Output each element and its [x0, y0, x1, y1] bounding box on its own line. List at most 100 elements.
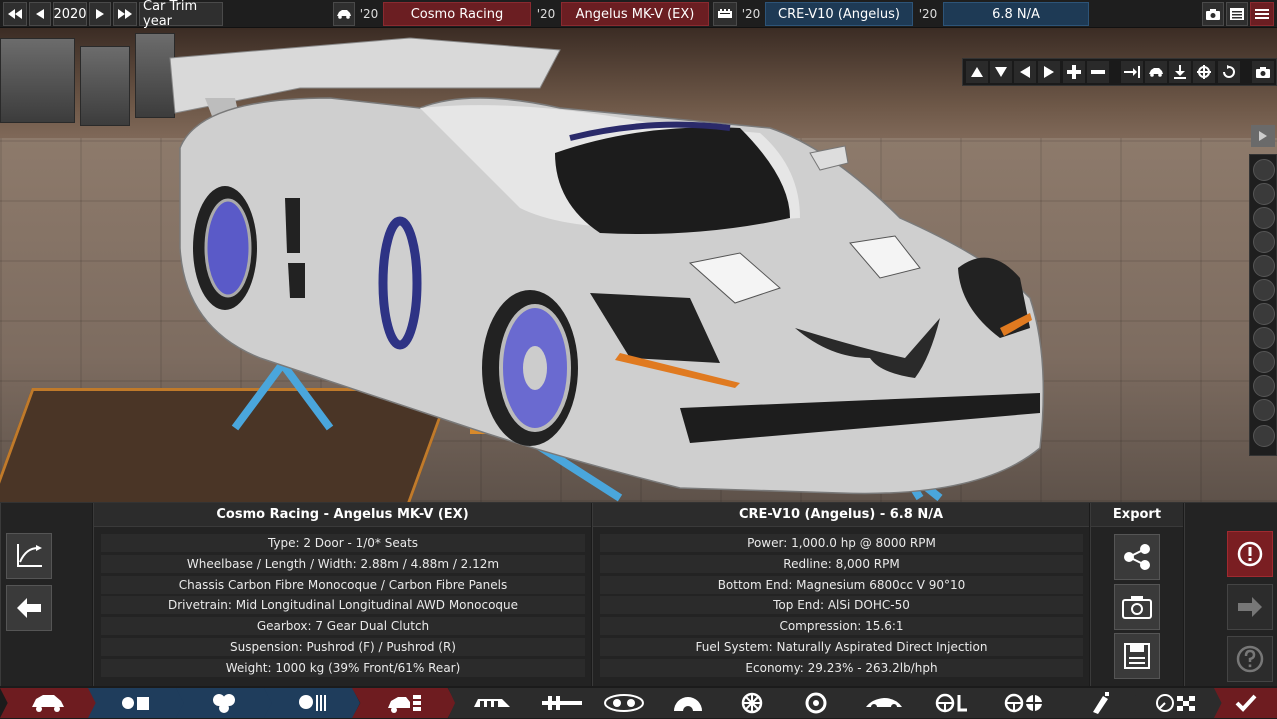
- back-icon: [36, 9, 44, 19]
- app-window: 2020 Car Trim year '20 Cosmo Racing '20 …: [0, 0, 1277, 719]
- camera-up-button[interactable]: [966, 61, 988, 83]
- reset-rotation-button[interactable]: [1218, 61, 1240, 83]
- car-icon: [337, 10, 351, 19]
- expand-sidebar-button[interactable]: [1251, 125, 1275, 147]
- stage-wheels[interactable]: [716, 688, 788, 718]
- engine-family-selector[interactable]: CRE-V10 (Angelus): [765, 2, 913, 26]
- gauge-flag-icon: [1156, 694, 1195, 712]
- pistons-icon: [213, 694, 235, 713]
- graph-button[interactable]: [6, 533, 52, 579]
- stage-aero[interactable]: [844, 688, 924, 718]
- stage-suspension[interactable]: [780, 688, 852, 718]
- arrow-left-icon: [17, 598, 41, 618]
- car-info-row: Suspension: Pushrod (F) / Pushrod (R): [101, 638, 585, 656]
- design-stage-nav: [0, 686, 1277, 719]
- camera-controls: [962, 58, 1277, 86]
- axis-icon: [1197, 65, 1211, 79]
- car-viewport[interactable]: [0, 28, 1277, 502]
- stage-engine-family[interactable]: [88, 688, 184, 718]
- warning-button[interactable]: [1227, 531, 1273, 577]
- car-info-row: Wheelbase / Length / Width: 2.88m / 4.88…: [101, 555, 585, 573]
- save-icon: [1124, 643, 1150, 669]
- person-tool-icon[interactable]: [1253, 399, 1275, 421]
- wheel-icon: [741, 692, 763, 714]
- engine-variant-selector[interactable]: 6.8 N/A: [943, 2, 1089, 26]
- stage-interior[interactable]: [916, 688, 988, 718]
- forward-icon: [96, 9, 104, 19]
- align-view-button[interactable]: [1121, 61, 1143, 83]
- align-right-icon: [1124, 66, 1140, 78]
- back-button[interactable]: [6, 585, 52, 631]
- lower-view-button[interactable]: [1169, 61, 1191, 83]
- car-engine-icon: [388, 695, 421, 713]
- help-button[interactable]: [1227, 636, 1273, 682]
- stage-chassis[interactable]: [528, 688, 596, 718]
- stage-testing[interactable]: [1132, 688, 1222, 718]
- stage-car-engine-fit[interactable]: [352, 688, 456, 718]
- grille-tool-icon[interactable]: [1253, 303, 1275, 325]
- triangle-right-icon: [1044, 66, 1054, 78]
- stage-handling[interactable]: [980, 688, 1068, 718]
- car-info-row: Chassis Carbon Fibre Monocoque / Carbon …: [101, 576, 585, 594]
- next-button[interactable]: [1227, 584, 1273, 630]
- car-model-button[interactable]: [333, 2, 355, 26]
- camera-capture-button[interactable]: [1252, 61, 1274, 83]
- car-view-button[interactable]: [1145, 61, 1167, 83]
- right-action-column: [1184, 503, 1277, 687]
- family-year-short: '20: [536, 7, 556, 21]
- tyre-icon: [805, 692, 827, 714]
- rotate-icon: [1223, 65, 1235, 78]
- engine-files-icon: [122, 697, 149, 710]
- car-tool-icon[interactable]: [1253, 255, 1275, 277]
- stage-brakes[interactable]: [652, 688, 724, 718]
- engine-button[interactable]: [713, 2, 737, 26]
- stage-engine-tuning[interactable]: [264, 688, 360, 718]
- stage-engine-pistons[interactable]: [176, 688, 272, 718]
- warning-icon: [1237, 541, 1263, 567]
- no-entry-tool-icon[interactable]: [1253, 351, 1275, 373]
- company-selector[interactable]: Cosmo Racing: [383, 2, 531, 26]
- variant-year-short: '20: [918, 7, 938, 21]
- engine-info-row: Economy: 29.23% - 263.2lb/hph: [600, 659, 1083, 677]
- camera-left-button[interactable]: [1014, 61, 1036, 83]
- spray-can-icon: [1093, 692, 1109, 714]
- camera-down-button[interactable]: [990, 61, 1012, 83]
- main-menu-button[interactable]: [1250, 2, 1274, 26]
- paint-tool-icon[interactable]: [1253, 183, 1275, 205]
- rotate-axis-button[interactable]: [1193, 61, 1215, 83]
- engine-info-row: Bottom End: Magnesium 6800cc V 90°10: [600, 576, 1083, 594]
- share-button[interactable]: [1114, 534, 1160, 580]
- circle-tool-icon[interactable]: [1253, 425, 1275, 447]
- rewind-button[interactable]: [3, 2, 27, 26]
- prev-year-button[interactable]: [29, 2, 51, 26]
- stage-headlights[interactable]: [588, 688, 660, 718]
- zoom-out-button[interactable]: [1087, 61, 1109, 83]
- stage-car-body[interactable]: [0, 688, 96, 718]
- stage-body-style[interactable]: [448, 688, 536, 718]
- gear-tool-icon[interactable]: [1253, 375, 1275, 397]
- fixture-tool-icon[interactable]: [1253, 207, 1275, 229]
- lights-tool-icon[interactable]: [1253, 279, 1275, 301]
- fast-forward-icon: [118, 9, 132, 19]
- left-action-column: [0, 503, 92, 687]
- save-button[interactable]: [1114, 633, 1160, 679]
- chart-icon: [17, 544, 42, 567]
- wheel-tool-icon[interactable]: [1253, 159, 1275, 181]
- export-photo-button[interactable]: [1114, 584, 1160, 630]
- stage-paint[interactable]: [1060, 688, 1140, 718]
- finish-button[interactable]: [1214, 688, 1277, 718]
- triangle-down-icon: [995, 67, 1007, 77]
- list-button[interactable]: [1226, 2, 1248, 26]
- model-selector[interactable]: Angelus MK-V (EX): [561, 2, 709, 26]
- engine-info-column: CRE-V10 (Angelus) - 6.8 N/A Power: 1,000…: [592, 503, 1089, 687]
- info-panel: Cosmo Racing - Angelus MK-V (EX) Type: 2…: [0, 502, 1277, 687]
- suspension-tool-icon[interactable]: [1253, 327, 1275, 349]
- bar-tool-icon[interactable]: [1253, 231, 1275, 253]
- screenshot-button[interactable]: [1202, 2, 1224, 26]
- camera-right-button[interactable]: [1038, 61, 1060, 83]
- fast-forward-button[interactable]: [113, 2, 137, 26]
- brake-disc-icon: [674, 697, 702, 712]
- play-icon: [1259, 131, 1267, 141]
- next-year-button[interactable]: [89, 2, 111, 26]
- zoom-in-button[interactable]: [1063, 61, 1085, 83]
